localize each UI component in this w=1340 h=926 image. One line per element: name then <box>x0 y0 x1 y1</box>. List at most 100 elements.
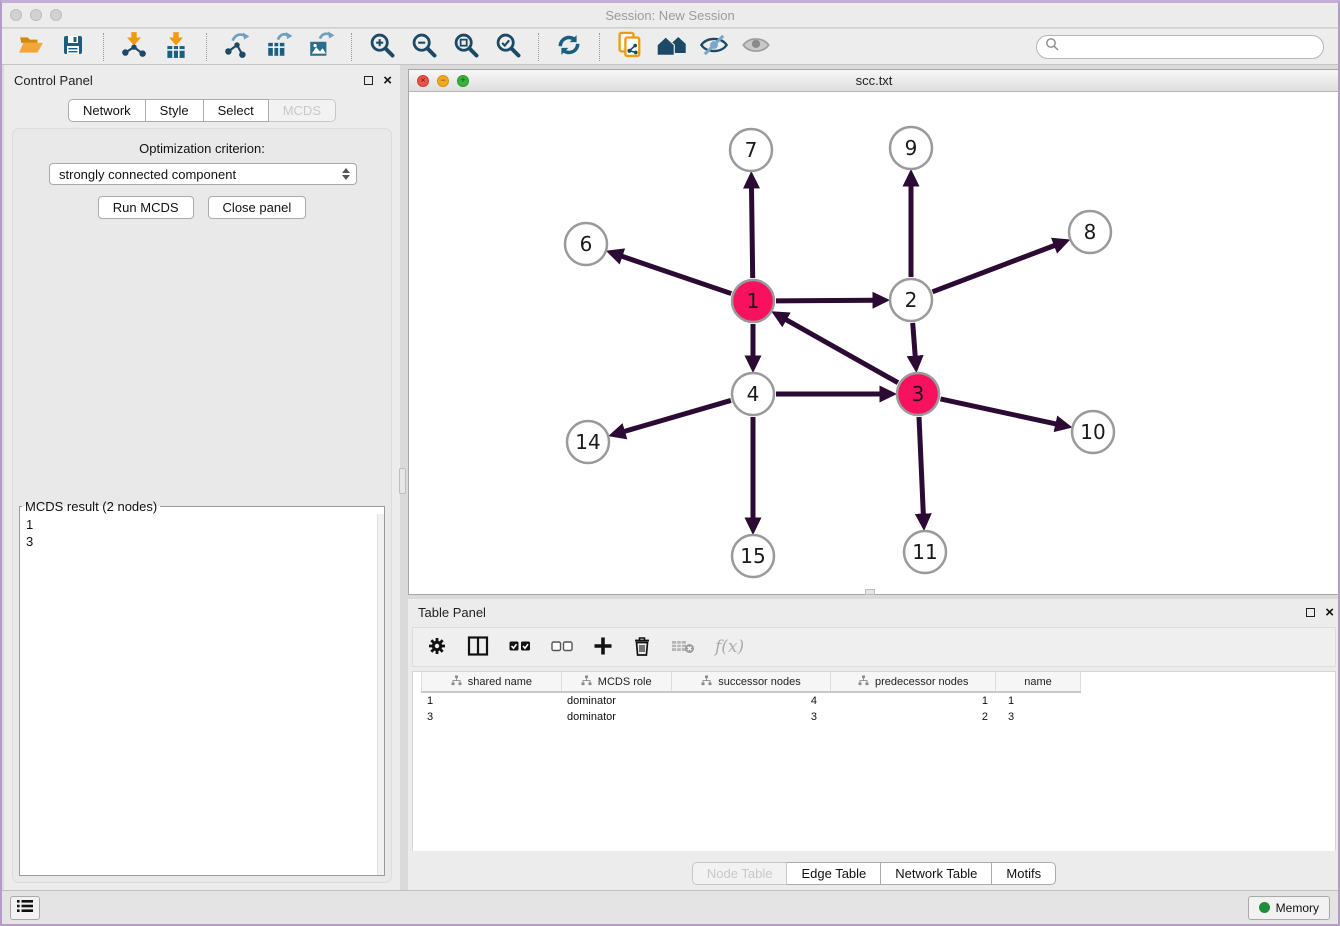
import-table-button[interactable] <box>158 31 194 63</box>
toolbar-separator <box>103 33 104 61</box>
float-panel-icon[interactable] <box>364 76 373 85</box>
graph-edge-4-14[interactable] <box>624 400 730 431</box>
table-header-row: shared name MCDS role successor nodes pr… <box>421 672 1081 693</box>
column-header-predecessor-nodes[interactable]: predecessor nodes <box>831 672 996 691</box>
float-table-panel-icon[interactable] <box>1306 608 1315 617</box>
tab-select[interactable]: Select <box>204 99 269 122</box>
import-network-button[interactable] <box>116 31 152 63</box>
tab-edge-table[interactable]: Edge Table <box>787 862 881 885</box>
column-header-mcds-role[interactable]: MCDS role <box>562 672 672 691</box>
cell-predecessor-nodes: 1 <box>831 693 996 709</box>
tab-network-table[interactable]: Network Table <box>881 862 992 885</box>
table-row[interactable]: 3 dominator 3 2 3 <box>421 709 1081 725</box>
stepper-icon <box>342 168 350 180</box>
network-canvas[interactable]: 7968124314101511 <box>409 92 1339 594</box>
graph-edge-2-8[interactable] <box>933 245 1055 291</box>
optimization-criterion-select[interactable]: strongly connected component <box>49 163 357 185</box>
delete-table-button[interactable] <box>671 637 695 658</box>
vertical-splitter-handle[interactable] <box>399 468 406 494</box>
home-layout-button[interactable] <box>654 31 690 63</box>
export-image-icon <box>307 31 335 62</box>
cell-mcds-role: dominator <box>561 709 671 725</box>
mcds-panel: Optimization criterion: strongly connect… <box>12 128 392 883</box>
show-columns-button[interactable] <box>467 635 489 660</box>
toolbar-separator <box>538 33 539 61</box>
refresh-button[interactable] <box>551 31 587 63</box>
zoom-in-button[interactable] <box>364 31 400 63</box>
network-window-titlebar: × − + scc.txt <box>409 70 1339 92</box>
graph-edge-1-7[interactable] <box>752 188 753 278</box>
result-scrollbar[interactable] <box>377 514 384 875</box>
hierarchy-icon <box>451 675 462 689</box>
save-session-button[interactable] <box>55 31 91 63</box>
search-input[interactable] <box>1065 40 1315 54</box>
export-network-button[interactable] <box>219 31 255 63</box>
mcds-result-list: 1 3 <box>20 514 377 875</box>
tab-node-table[interactable]: Node Table <box>692 862 788 885</box>
horizontal-splitter-handle[interactable] <box>865 589 875 595</box>
tab-motifs[interactable]: Motifs <box>992 862 1056 885</box>
search-icon <box>1045 37 1059 56</box>
manage-networks-button[interactable] <box>612 31 648 63</box>
network-window-title: scc.txt <box>409 73 1339 88</box>
table-settings-button[interactable] <box>427 636 447 659</box>
close-table-panel-icon[interactable]: × <box>1325 605 1334 620</box>
graph-edge-3-1[interactable] <box>786 320 898 383</box>
run-mcds-button[interactable]: Run MCDS <box>98 196 194 219</box>
save-floppy-icon <box>61 33 85 60</box>
zoom-in-icon <box>368 31 396 62</box>
fx-icon: f(x) <box>715 637 744 657</box>
graph-node-label-3: 3 <box>912 382 925 406</box>
select-all-icon <box>509 639 531 656</box>
table-row[interactable]: 1 dominator 4 1 1 <box>421 693 1081 709</box>
graph-node-label-2: 2 <box>905 288 918 312</box>
tab-network[interactable]: Network <box>68 99 146 122</box>
open-session-button[interactable] <box>13 31 49 63</box>
task-history-button[interactable] <box>10 896 40 920</box>
hide-selected-button[interactable] <box>696 31 732 63</box>
graph-node-label-15: 15 <box>740 544 765 568</box>
deselect-all-button[interactable] <box>551 639 573 656</box>
columns-icon <box>467 635 489 660</box>
export-image-button[interactable] <box>303 31 339 63</box>
control-panel: Control Panel × Network Style Select MCD… <box>4 65 400 895</box>
table-panel: Table Panel × <box>408 599 1340 893</box>
column-header-successor-nodes[interactable]: successor nodes <box>672 672 832 691</box>
zoom-out-button[interactable] <box>406 31 442 63</box>
graph-edge-3-10[interactable] <box>940 399 1055 424</box>
zoom-fit-button[interactable] <box>448 31 484 63</box>
eye-slash-icon <box>699 32 729 61</box>
cell-successor-nodes: 4 <box>671 693 831 709</box>
zoom-selected-button[interactable] <box>490 31 526 63</box>
memory-label: Memory <box>1276 901 1319 915</box>
delete-row-button[interactable] <box>633 636 651 659</box>
memory-button[interactable]: Memory <box>1248 896 1330 920</box>
table-panel-title: Table Panel <box>418 605 486 620</box>
deselect-all-icon <box>551 639 573 656</box>
toolbar-separator <box>351 33 352 61</box>
select-all-button[interactable] <box>509 639 531 656</box>
close-panel-icon[interactable]: × <box>383 73 392 88</box>
close-panel-button[interactable]: Close panel <box>208 196 307 219</box>
memory-status-dot <box>1259 902 1270 913</box>
graph-edge-3-11[interactable] <box>919 417 923 514</box>
function-builder-button[interactable]: f(x) <box>715 637 744 657</box>
table-panel-header: Table Panel × <box>408 601 1334 623</box>
graph-node-label-6: 6 <box>580 232 593 256</box>
show-all-button[interactable] <box>738 31 774 63</box>
graph-edge-2-3[interactable] <box>913 323 915 356</box>
graph-edge-1-6[interactable] <box>622 256 731 293</box>
column-header-shared-name[interactable]: shared name <box>422 672 562 691</box>
graph-node-label-8: 8 <box>1084 220 1097 244</box>
control-panel-header: Control Panel × <box>4 69 392 91</box>
app-title: Session: New Session <box>2 8 1338 23</box>
graph-edge-1-2[interactable] <box>776 300 873 301</box>
column-header-name[interactable]: name <box>996 672 1081 691</box>
selected-criterion: strongly connected component <box>59 167 336 182</box>
tab-mcds[interactable]: MCDS <box>269 99 336 122</box>
add-row-button[interactable] <box>593 636 613 659</box>
result-line: 1 <box>26 516 371 533</box>
export-table-button[interactable] <box>261 31 297 63</box>
tab-style[interactable]: Style <box>146 99 204 122</box>
zoom-out-icon <box>410 31 438 62</box>
